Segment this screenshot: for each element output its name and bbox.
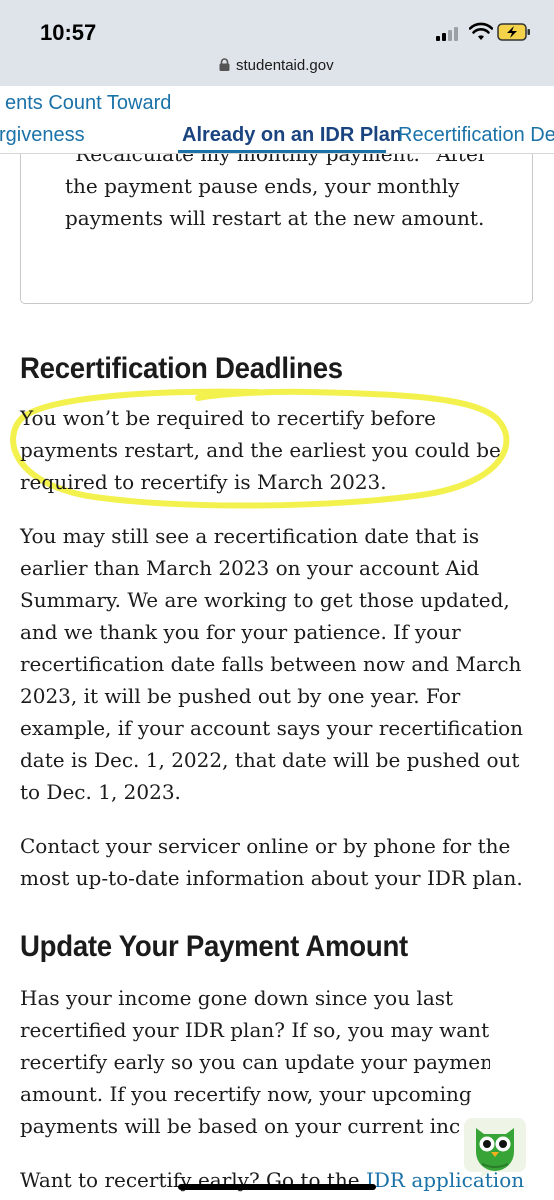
heading-recertification-deadlines: Recertification Deadlines (20, 352, 343, 385)
tab-payments-count-line2[interactable]: rgiveness (0, 124, 85, 147)
tab-already-on-idr-plan[interactable]: Already on an IDR Plan (182, 124, 402, 147)
recert-paragraph-2: You may still see a recertification date… (20, 524, 524, 804)
info-card: “Recalculate my monthly payment.” After … (20, 154, 533, 304)
update-paragraph-2: Want to recertify early? Go to the IDR a… (20, 1164, 534, 1196)
card-text: “Recalculate my monthly payment.” After … (65, 154, 488, 230)
home-indicator[interactable] (178, 1184, 376, 1190)
page-section-nav: ents Count Toward rgiveness Already on a… (0, 86, 554, 154)
status-bar: 10:57 (0, 0, 554, 50)
recert-paragraph-1: You won’t be required to recertify befor… (20, 406, 501, 494)
signal-icon (436, 25, 462, 41)
status-time: 10:57 (40, 20, 97, 45)
recert-paragraph-3: Contact your servicer online or by phone… (20, 834, 523, 890)
lock-icon (219, 58, 230, 71)
owl-icon[interactable] (462, 1112, 528, 1178)
wifi-icon (469, 22, 493, 40)
battery-icon (497, 23, 530, 41)
update-paragraph-1-text: Has your income gone down since you last… (20, 986, 490, 1138)
tab-recertification-deadlines[interactable]: Recertification De (398, 124, 554, 147)
heading-update-payment-amount: Update Your Payment Amount (20, 930, 408, 963)
tab-payments-count-line1[interactable]: ents Count Toward (5, 92, 171, 115)
url-text[interactable]: studentaid.gov (236, 57, 334, 74)
update-paragraph-1: Has your income gone down since you last… (20, 982, 490, 1142)
